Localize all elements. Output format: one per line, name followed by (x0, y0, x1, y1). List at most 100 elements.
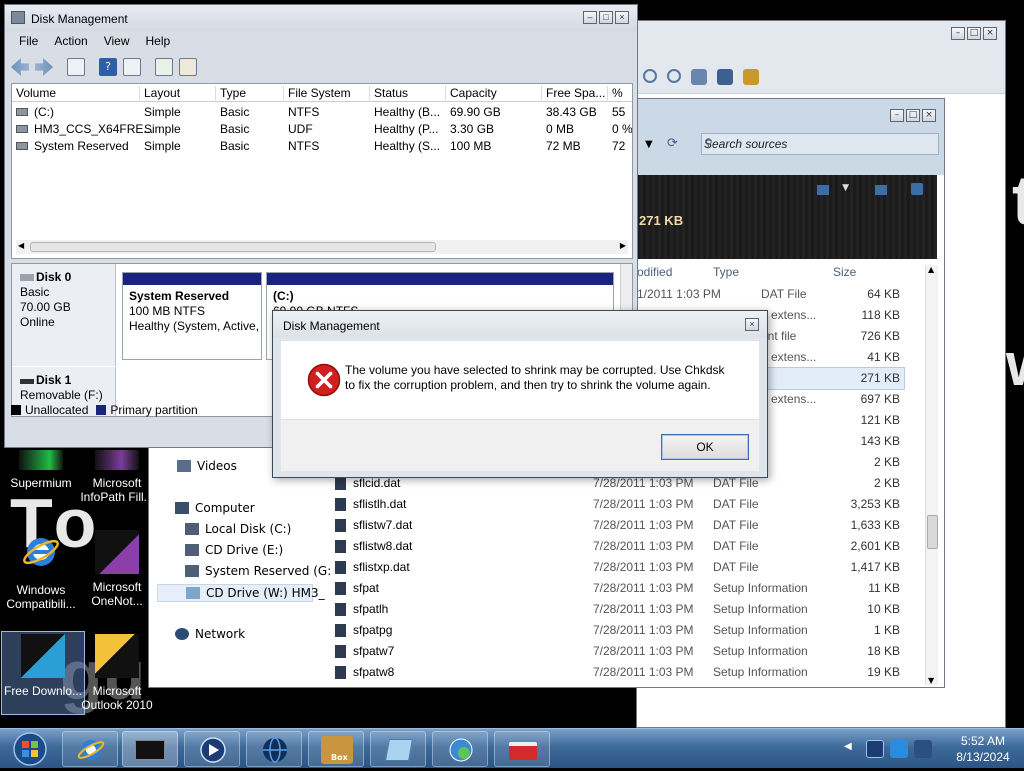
column-date-modified[interactable]: odified (637, 265, 672, 279)
desktop-icon-free-download[interactable]: Free Downlo... (1, 631, 85, 715)
dialog-titlebar[interactable]: Disk Management × (273, 311, 767, 337)
file-row[interactable]: sfpatlh 7/28/2011 1:03 PM Setup Informatio… (329, 599, 904, 620)
scroll-right-icon[interactable]: ▶ (620, 241, 626, 250)
volume-list-hscrollbar[interactable]: ◀ ▶ (16, 240, 628, 254)
search-sources-input[interactable]: Search sources ⚲ (701, 133, 939, 155)
nav-network[interactable]: Network (175, 627, 245, 641)
check-icon[interactable] (717, 69, 733, 85)
minimize-icon[interactable]: – (583, 11, 597, 24)
nav-cd-drive-e[interactable]: CD Drive (E:) (185, 543, 283, 557)
column-type[interactable]: Type (216, 86, 284, 102)
view-dropdown-icon[interactable]: ▼ (842, 183, 849, 193)
close-icon[interactable]: × (615, 11, 629, 24)
file-row[interactable]: sfpat 7/28/2011 1:03 PM Setup Information 1… (329, 578, 904, 599)
disk-management-titlebar[interactable]: Disk Management – □ × (5, 5, 637, 31)
file-row[interactable]: DAT File 64 KB (761, 284, 904, 305)
search-icon[interactable]: ⚲ (704, 136, 930, 150)
file-row[interactable]: sflistw8.dat 7/28/2011 1:03 PM DAT File 2,6… (329, 536, 904, 557)
taskbar-notepad[interactable] (370, 731, 426, 767)
help-icon[interactable] (911, 183, 923, 195)
show-hidden-icons-icon[interactable]: ◀ (844, 741, 852, 752)
file-row[interactable]: n121 KB (761, 410, 904, 431)
column-capacity[interactable]: Capacity (446, 86, 542, 102)
nav-local-disk-c[interactable]: Local Disk (C:) (185, 522, 291, 536)
help-icon[interactable]: ? (99, 58, 117, 76)
minimize-icon[interactable]: – (890, 109, 904, 122)
file-row[interactable]: n271 KB (760, 367, 905, 390)
file-row[interactable]: 2 KB (761, 452, 904, 473)
ok-button[interactable]: OK (661, 434, 749, 460)
minimize-icon[interactable]: – (951, 27, 965, 40)
back-icon[interactable] (11, 58, 29, 76)
zoom-out-icon[interactable] (667, 69, 681, 83)
file-row[interactable]: n extens... 118 KB (761, 305, 904, 326)
column-layout[interactable]: Layout (140, 86, 216, 102)
menu-action[interactable]: Action (46, 31, 95, 53)
desktop-icon-infopath[interactable]: Microsoft InfoPath Fill... (76, 450, 158, 504)
desktop-icon-outlook[interactable]: Microsoft Outlook 2010 (76, 632, 158, 712)
scroll-left-icon[interactable]: ◀ (18, 241, 24, 250)
file-row[interactable]: sfpatw8 7/28/2011 1:03 PM Setup Informatio… (329, 662, 904, 683)
close-icon[interactable]: × (983, 27, 997, 40)
scroll-down-icon[interactable]: ▼ (928, 676, 934, 685)
scrollbar-thumb[interactable] (30, 242, 436, 252)
scrollbar-thumb[interactable] (927, 515, 938, 549)
console-tree-icon[interactable] (67, 58, 85, 76)
close-icon[interactable]: × (745, 318, 759, 331)
column-volume[interactable]: Volume (12, 86, 140, 102)
desktop-icon-onenote[interactable]: Microsoft OneNot... (76, 530, 158, 608)
taskbar-media-player[interactable] (184, 731, 240, 767)
column-type[interactable]: Type (713, 265, 739, 279)
file-row[interactable]: sfpatpg 7/28/2011 1:03 PM Setup Informatio… (329, 620, 904, 641)
nav-videos[interactable]: Videos (177, 459, 237, 473)
taskbar-toolbox[interactable] (494, 731, 550, 767)
maximize-icon[interactable]: □ (599, 11, 613, 24)
menu-view[interactable]: View (96, 31, 138, 53)
properties-icon[interactable] (179, 58, 197, 76)
details-icon[interactable] (123, 58, 141, 76)
taskbar-internet-explorer[interactable] (62, 731, 118, 767)
nav-cd-drive-w[interactable]: CD Drive (W:) HM3_ (157, 584, 325, 602)
list-view-icon[interactable] (691, 69, 707, 85)
dropdown-arrow-icon[interactable]: ▼ (645, 139, 653, 150)
forward-icon[interactable] (35, 58, 53, 76)
file-row[interactable]: sflistlh.dat 7/28/2011 1:03 PM DAT File 3,2… (329, 494, 904, 515)
volume-row[interactable]: HM3_CCS_X64FRE... Simple Basic UDF Healthy (… (12, 121, 632, 138)
rescan-icon[interactable] (155, 58, 173, 76)
partition-system-reserved[interactable]: System Reserved 100 MB NTFS Healthy (Sys… (122, 272, 262, 360)
column-free-space[interactable]: Free Spa... (542, 86, 608, 102)
desktop-icon-compat[interactable]: Windows Compatibili... (0, 530, 82, 611)
column-percent-free[interactable]: % (608, 86, 632, 102)
zoom-in-icon[interactable] (643, 69, 657, 83)
column-status[interactable]: Status (370, 86, 446, 102)
properties-icon[interactable] (743, 69, 759, 85)
file-row[interactable]: sfpatw7 7/28/2011 1:03 PM Setup Informatio… (329, 641, 904, 662)
nav-system-reserved-g[interactable]: System Reserved (G: (185, 564, 331, 578)
clock[interactable]: 5:52 AM 8/13/2024 (948, 733, 1018, 765)
file-row[interactable]: ont file 726 KB (761, 326, 904, 347)
menu-help[interactable]: Help (138, 31, 179, 53)
preview-pane-icon[interactable] (875, 185, 887, 195)
close-icon[interactable]: × (922, 109, 936, 122)
file-row[interactable]: n143 KB (761, 431, 904, 452)
column-file-system[interactable]: File System (284, 86, 370, 102)
volume-icon[interactable] (914, 740, 932, 758)
maximize-icon[interactable]: □ (967, 27, 981, 40)
maximize-icon[interactable]: □ (906, 109, 920, 122)
volume-row[interactable]: System Reserved Simple Basic NTFS Healthy (S… (12, 138, 632, 155)
refresh-icon[interactable]: ⟳ (667, 136, 678, 151)
menu-file[interactable]: File (11, 31, 46, 53)
file-row[interactable]: sflistxp.dat 7/28/2011 1:03 PM DAT File 1,4… (329, 557, 904, 578)
file-row[interactable]: n extens... 697 KB (761, 389, 904, 410)
tray-app-icon[interactable] (866, 740, 884, 758)
desktop-icon-supermium[interactable]: Supermium (0, 450, 82, 490)
taskbar-disk-management[interactable] (122, 731, 178, 767)
column-size[interactable]: Size (833, 265, 856, 279)
start-button-icon[interactable] (4, 731, 50, 767)
taskbar-globe-app[interactable] (246, 731, 302, 767)
volume-row[interactable]: (C:) Simple Basic NTFS Healthy (B... 69.90 GB… (12, 104, 632, 121)
tray-network-icon[interactable] (890, 740, 908, 758)
scroll-up-icon[interactable]: ▲ (928, 265, 934, 274)
taskbar-network-app[interactable] (432, 731, 488, 767)
file-list-scrollbar[interactable]: ▲ ▼ (925, 265, 938, 685)
